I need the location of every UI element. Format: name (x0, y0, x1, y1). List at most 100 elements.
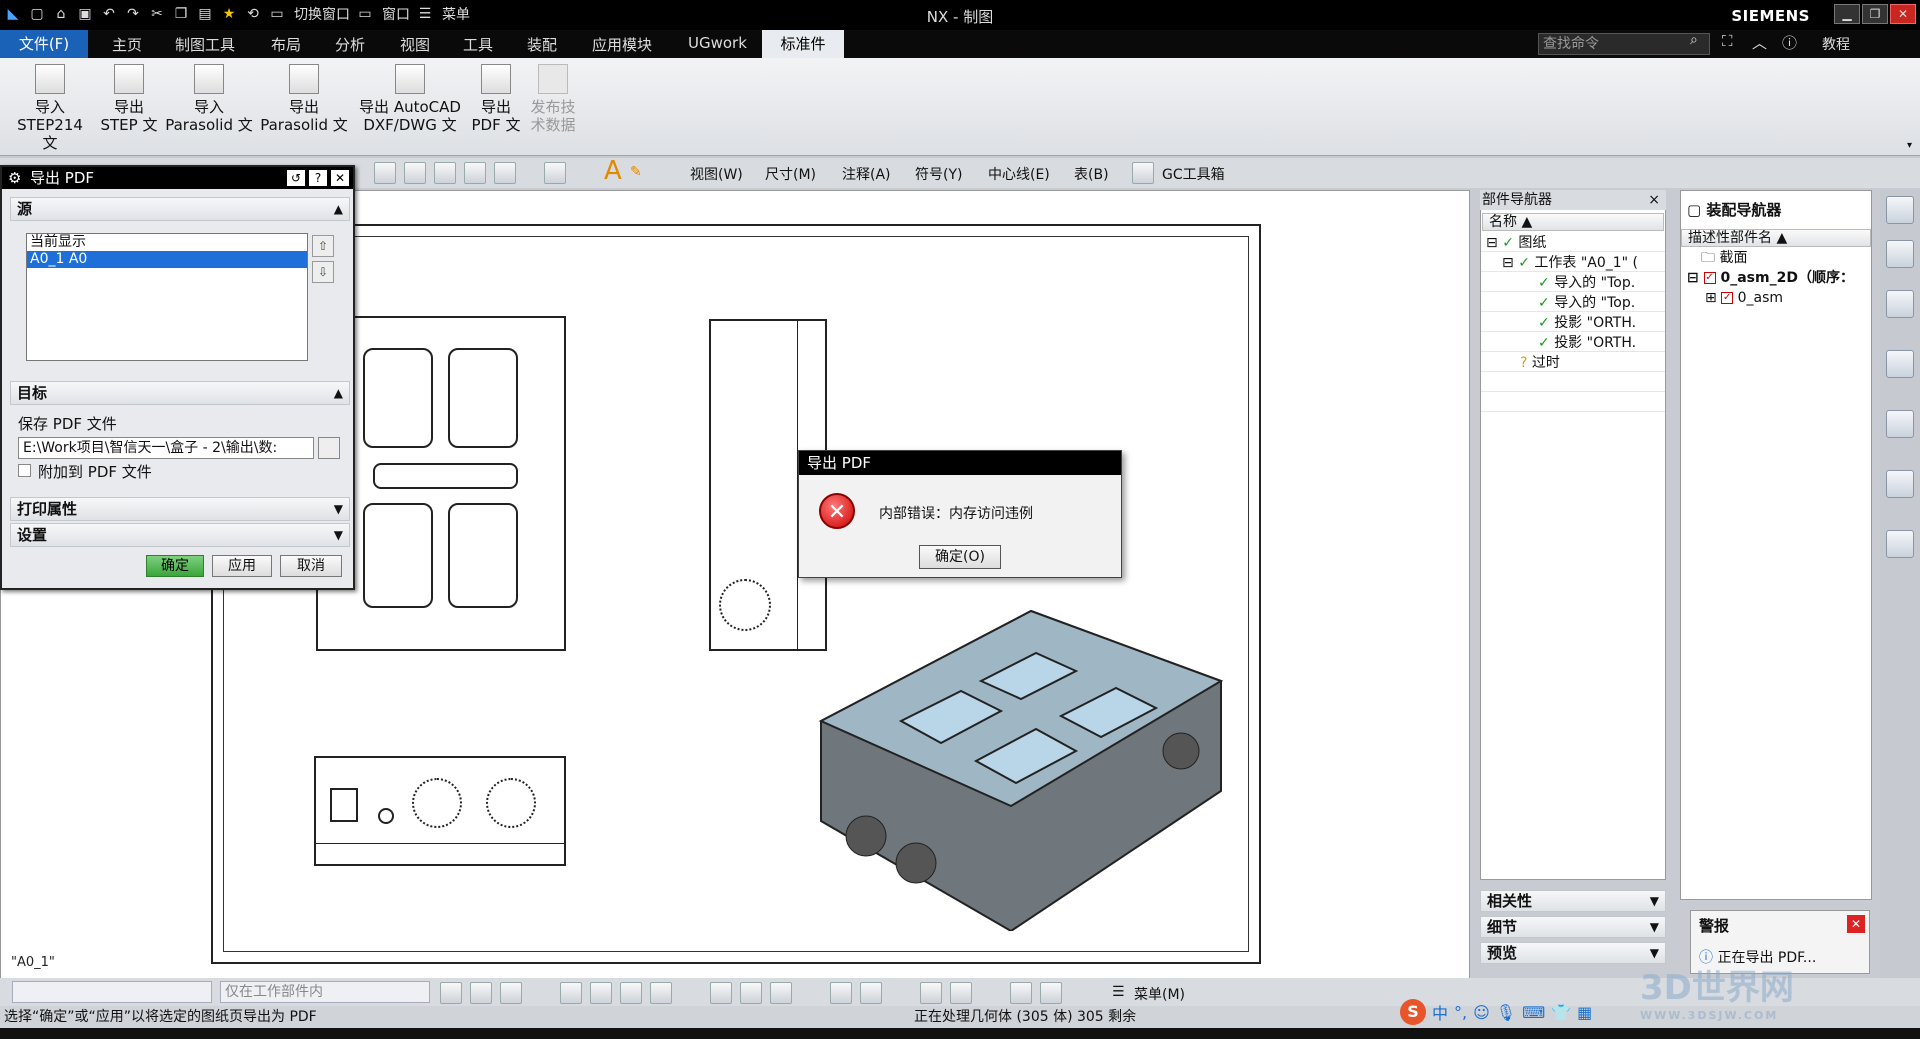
source-section[interactable]: 源 ▲ (10, 197, 350, 221)
bottom-menu-button[interactable]: 菜单(M) (1134, 984, 1185, 1004)
tree-row-view[interactable]: ✓ 导入的 "Top. (1538, 294, 1664, 312)
tree-row-view[interactable]: ✓ 投影 "ORTH. (1538, 334, 1664, 352)
snap-vertex-icon[interactable] (1040, 982, 1062, 1004)
break-view-icon[interactable] (464, 162, 486, 184)
snap-center-icon[interactable] (620, 982, 642, 1004)
type-filter-select[interactable] (12, 981, 212, 1003)
tab-view[interactable]: 视图 (400, 34, 430, 55)
tab-drafting-tools[interactable]: 制图工具 (175, 34, 235, 55)
move-up-button[interactable]: ⇧ (312, 235, 334, 257)
apply-button[interactable]: 应用 (212, 555, 272, 577)
dimension-menu[interactable]: 尺寸(M) (765, 164, 816, 184)
tab-standard-parts[interactable]: 标准件 (762, 30, 844, 58)
tree-row-outdated[interactable]: ? 过时 (1520, 354, 1664, 372)
snap-existing-icon[interactable] (920, 982, 942, 1004)
snap-grid-icon[interactable] (1010, 982, 1032, 1004)
snap-quadrant-icon[interactable] (860, 982, 882, 1004)
snap-midpoint-icon[interactable] (590, 982, 612, 1004)
tree-row-view[interactable]: ✓ 导入的 "Top. (1538, 274, 1664, 292)
tab-ugwork[interactable]: UGwork (688, 34, 747, 52)
snap-tangent-icon[interactable] (650, 982, 672, 1004)
filter-icon[interactable] (440, 982, 462, 1004)
tab-layout[interactable]: 布局 (271, 34, 301, 55)
error-ok-button[interactable]: 确定(O) (919, 545, 1001, 569)
details-section[interactable]: 细节 ▼ (1480, 916, 1666, 938)
move-down-button[interactable]: ⇩ (312, 261, 334, 283)
assembly-navigator-icon[interactable] (1886, 240, 1914, 268)
close-alert-button[interactable]: ✕ (1847, 915, 1865, 933)
toolbox-icon[interactable]: ▦ (1577, 1003, 1592, 1022)
tab-home[interactable]: 主页 (112, 34, 142, 55)
tree-row-view[interactable]: ✓ 投影 "ORTH. (1538, 314, 1664, 332)
annotation-menu[interactable]: 注释(A) (842, 164, 891, 184)
select-icon[interactable] (470, 982, 492, 1004)
snap-arc-icon[interactable] (770, 982, 792, 1004)
snap-endpoint-icon[interactable] (560, 982, 582, 1004)
restore-button[interactable]: ❐ (1862, 4, 1888, 24)
cancel-button[interactable]: 取消 (280, 555, 342, 577)
mic-icon[interactable]: 🎙 (1496, 1003, 1516, 1022)
reset-icon[interactable]: ↺ (287, 170, 305, 186)
file-menu[interactable]: 文件(F) (0, 30, 88, 58)
table-menu[interactable]: 表(B) (1074, 164, 1109, 184)
snap-extension-icon[interactable] (950, 982, 972, 1004)
tab-application[interactable]: 应用模块 (592, 34, 652, 55)
append-pdf-checkbox[interactable] (18, 464, 31, 477)
isometric-view[interactable] (811, 571, 1231, 931)
list-item-selected[interactable]: A0_1 A0 (27, 251, 307, 268)
sheet-list[interactable]: 当前显示 A0_1 A0 (26, 233, 308, 361)
relevance-section[interactable]: 相关性 ▼ (1480, 890, 1666, 912)
scope-filter-select[interactable]: 仅在工作部件内 (220, 981, 430, 1003)
list-item[interactable]: 当前显示 (27, 234, 307, 251)
snap-line-icon[interactable] (740, 982, 762, 1004)
ok-button[interactable]: 确定 (146, 555, 204, 577)
gc-toolbox-icon[interactable] (1132, 162, 1154, 184)
edit-icon[interactable] (544, 162, 566, 184)
pdf-path-input[interactable]: E:\Work项目\智信天一\盒子 - 2\输出\数: (18, 437, 314, 459)
export-pdf-button[interactable]: 导出 PDF 文 (468, 64, 524, 134)
publish-tech-data-button[interactable]: 发布技 术数据 (528, 64, 578, 134)
import-step214-button[interactable]: 导入 STEP214 文 (8, 64, 92, 152)
centerline-menu[interactable]: 中心线(E) (988, 164, 1050, 184)
preview-section[interactable]: 预览 ▼ (1480, 942, 1666, 964)
table-view-icon[interactable] (494, 162, 516, 184)
ime-language[interactable]: 中 (1432, 1000, 1448, 1024)
minimize-button[interactable]: ▁ (1834, 4, 1860, 24)
snap-icon[interactable] (500, 982, 522, 1004)
emoji-icon[interactable]: ☺ (1473, 1003, 1490, 1022)
snap-point-icon[interactable] (710, 982, 732, 1004)
view-menu[interactable]: 视图(W) (690, 164, 743, 184)
tree-row-asm[interactable]: ⊞ ✓ 0_asm (1705, 289, 1865, 307)
print-properties-section[interactable]: 打印属性 ▼ (10, 497, 350, 521)
search-icon[interactable]: ⌕ (1690, 32, 1698, 48)
export-autocad-button[interactable]: 导出 AutoCAD DXF/DWG 文 (356, 64, 464, 134)
detail-view-icon[interactable] (434, 162, 456, 184)
view-tool-icon[interactable] (374, 162, 396, 184)
reuse-library-icon[interactable] (1886, 350, 1914, 378)
collapse-ribbon-icon[interactable]: ︿ (1752, 32, 1767, 53)
settings-section[interactable]: 设置 ▼ (10, 523, 350, 547)
tab-assembly[interactable]: 装配 (527, 34, 557, 55)
gear-icon[interactable]: ⚙ (8, 167, 21, 189)
bottom-view[interactable] (314, 756, 566, 866)
leader-icon[interactable]: ✎ (630, 164, 642, 180)
history-icon[interactable] (1886, 470, 1914, 498)
tab-tools[interactable]: 工具 (463, 34, 493, 55)
gc-toolbox-menu[interactable]: GC工具箱 (1162, 164, 1225, 184)
close-icon[interactable]: × (1648, 190, 1660, 210)
symbol-menu[interactable]: 符号(Y) (915, 164, 962, 184)
export-parasolid-button[interactable]: 导出 Parasolid 文 (258, 64, 350, 134)
command-search-input[interactable]: 查找命令 (1538, 33, 1710, 55)
import-parasolid-button[interactable]: 导入 Parasolid 文 (164, 64, 254, 134)
part-navigator-icon[interactable] (1886, 290, 1914, 318)
section-view-icon[interactable] (404, 162, 426, 184)
fullscreen-icon[interactable]: ⛶ (1722, 32, 1733, 50)
column-header-name[interactable]: 名称 ▲ (1482, 213, 1664, 231)
tab-analysis[interactable]: 分析 (335, 34, 365, 55)
help-button[interactable]: ? (309, 170, 327, 186)
sogou-icon[interactable]: S (1400, 999, 1426, 1025)
tree-row-sheet[interactable]: ⊟ ✓ 工作表 "A0_1" ( (1502, 254, 1664, 272)
roles-icon[interactable] (1886, 530, 1914, 558)
close-button[interactable]: ✕ (1890, 4, 1916, 24)
column-header-name[interactable]: 描述性部件名 ▲ (1681, 229, 1871, 247)
